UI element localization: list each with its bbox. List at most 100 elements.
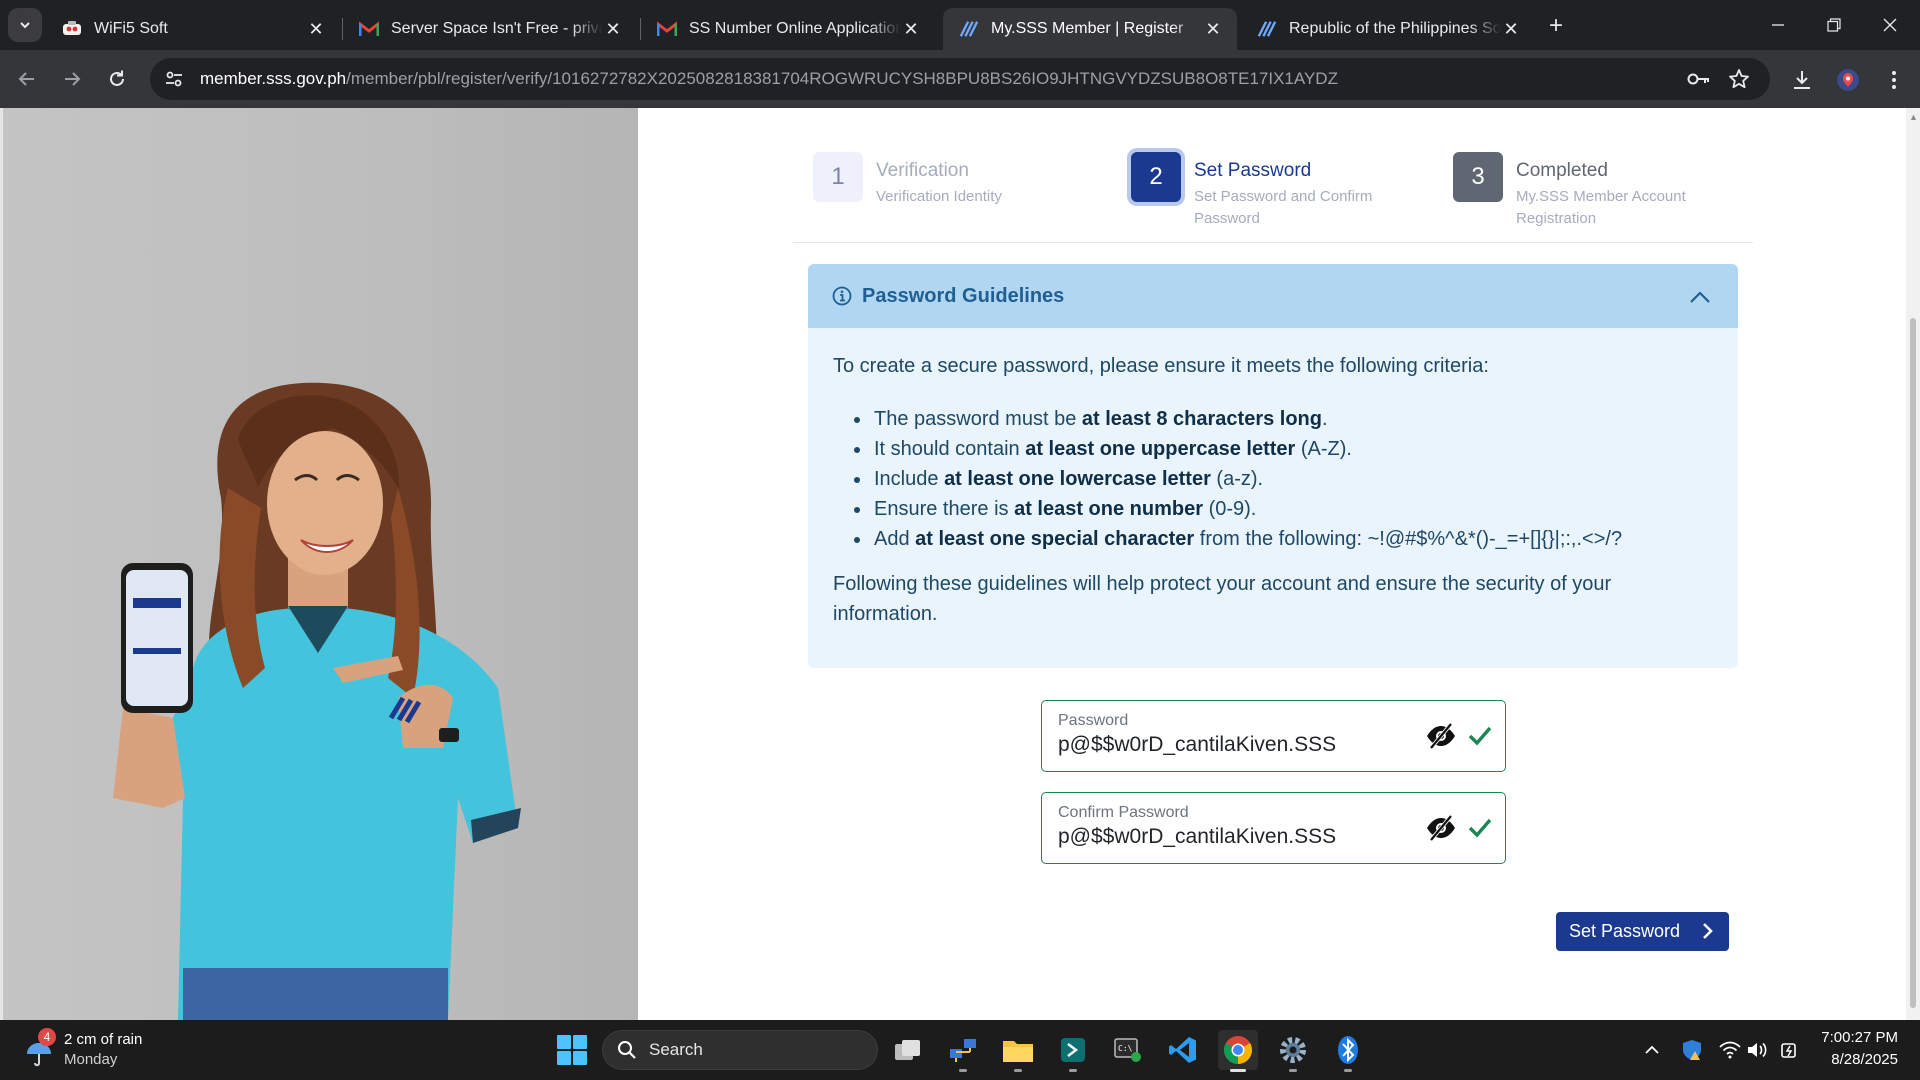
download-icon[interactable] bbox=[1788, 66, 1816, 94]
taskbar-file-explorer[interactable] bbox=[998, 1030, 1038, 1072]
step-subtitle: Set Password and Confirm Password bbox=[1194, 188, 1373, 227]
address-bar[interactable]: member.sss.gov.ph/member/pbl/register/ve… bbox=[150, 58, 1770, 100]
password-guidelines-card: Password Guidelines To create a secure p… bbox=[808, 264, 1738, 668]
battery-icon[interactable] bbox=[1778, 1038, 1802, 1062]
guideline-item: Ensure there is at least one number (0-9… bbox=[872, 494, 1622, 524]
folder-icon bbox=[1003, 1041, 1033, 1062]
show-hidden-icons-chevron-icon[interactable] bbox=[1640, 1038, 1664, 1062]
guideline-item: The password must be at least 8 characte… bbox=[872, 404, 1622, 434]
set-password-label: Set Password bbox=[1569, 921, 1681, 941]
url-path: /member/pbl/register/verify/1016272782X2… bbox=[346, 69, 1338, 88]
clock-date[interactable]: 8/28/2025 bbox=[1800, 1051, 1898, 1068]
url-text: member.sss.gov.ph/member/pbl/register/ve… bbox=[200, 69, 1338, 89]
valid-check-icon bbox=[1468, 726, 1492, 746]
close-icon[interactable]: ✕ bbox=[1203, 19, 1223, 39]
back-button[interactable] bbox=[10, 62, 44, 96]
clock-time[interactable]: 7:00:27 PM bbox=[1800, 1029, 1898, 1046]
chevron-up-icon[interactable] bbox=[1688, 285, 1712, 309]
arrow-left-icon bbox=[18, 72, 34, 86]
step-subtitle: Verification Identity bbox=[876, 188, 1002, 205]
eye-slash-icon[interactable] bbox=[1425, 813, 1457, 843]
new-tab-button[interactable]: + bbox=[1542, 12, 1570, 40]
browser-tab-wifi5soft[interactable]: WiFi5 Soft ✕ bbox=[46, 8, 340, 50]
tab-search-button[interactable] bbox=[8, 8, 42, 42]
tab-title: Server Space Isn't Free - private bbox=[391, 20, 603, 37]
taskbar-bluetooth[interactable] bbox=[1328, 1030, 1368, 1072]
scrollbar-thumb[interactable] bbox=[1910, 318, 1916, 1008]
running-indicator bbox=[959, 1069, 967, 1072]
taskbar-search-label: Search bbox=[649, 1040, 703, 1059]
sss-favicon-icon bbox=[1257, 19, 1277, 39]
restore-button[interactable] bbox=[1806, 0, 1862, 50]
taskbar-app-terminal-store[interactable] bbox=[1053, 1030, 1093, 1072]
site-info-icon[interactable] bbox=[162, 67, 186, 91]
guidelines-outro: Following these guidelines will help pro… bbox=[833, 573, 1612, 625]
windows-start-icon[interactable] bbox=[556, 1034, 588, 1066]
close-icon[interactable]: ✕ bbox=[306, 19, 326, 39]
taskbar-terminal[interactable]: C:\ bbox=[1108, 1030, 1148, 1070]
task-view-button[interactable] bbox=[888, 1030, 928, 1070]
password-field[interactable]: Password p@$$w0rD_cantilaKiven.SSS bbox=[1041, 700, 1506, 772]
taskbar-settings[interactable] bbox=[1273, 1030, 1313, 1072]
password-guidelines-header[interactable]: Password Guidelines bbox=[808, 264, 1738, 328]
password-key-icon[interactable] bbox=[1686, 66, 1712, 92]
close-window-button[interactable] bbox=[1862, 0, 1918, 50]
wifi-icon[interactable] bbox=[1718, 1038, 1742, 1062]
guidelines-list: The password must be at least 8 characte… bbox=[872, 404, 1622, 554]
plus-icon: + bbox=[1548, 12, 1563, 39]
confirm-password-field[interactable]: Confirm Password p@$$w0rD_cantilaKiven.S… bbox=[1041, 792, 1506, 864]
password-label: Password bbox=[1058, 712, 1129, 729]
weather-alert-badge: 4 bbox=[38, 1028, 56, 1046]
browser-tab-ss-number[interactable]: SS Number Online Application ( ✕ bbox=[641, 8, 935, 50]
browser-tab-strip: WiFi5 Soft ✕ Server Space Isn't Free - p… bbox=[0, 0, 1920, 50]
page-scrollbar[interactable]: ▲ bbox=[1906, 108, 1920, 1020]
browser-tab-mysss-register[interactable]: My.SSS Member | Register ✕ bbox=[943, 8, 1237, 50]
reload-button[interactable] bbox=[100, 62, 134, 96]
minimize-button[interactable] bbox=[1750, 0, 1806, 50]
weather-widget[interactable]: 4 2 cm of rain Monday bbox=[24, 1028, 174, 1072]
info-icon bbox=[832, 286, 852, 306]
stepper-divider bbox=[793, 242, 1753, 243]
set-password-button[interactable]: Set Password bbox=[1556, 912, 1729, 951]
svg-text:C:\: C:\ bbox=[1118, 1044, 1133, 1053]
more-menu-icon[interactable] bbox=[1880, 66, 1908, 94]
valid-check-icon bbox=[1468, 818, 1492, 838]
step-number: 1 bbox=[813, 152, 863, 202]
search-icon bbox=[618, 1041, 636, 1059]
close-icon[interactable]: ✕ bbox=[1501, 19, 1521, 39]
close-icon[interactable]: ✕ bbox=[901, 19, 921, 39]
tab-title: My.SSS Member | Register bbox=[991, 20, 1184, 37]
terminal-icon: C:\ bbox=[1114, 1038, 1141, 1062]
forward-button[interactable] bbox=[55, 62, 89, 96]
weather-day: Monday bbox=[64, 1051, 118, 1068]
step-number: 2 bbox=[1131, 152, 1181, 202]
volume-icon[interactable] bbox=[1746, 1038, 1770, 1062]
network-computers-icon bbox=[950, 1039, 976, 1062]
eye-slash-icon[interactable] bbox=[1425, 721, 1457, 751]
close-icon bbox=[1883, 18, 1897, 32]
taskbar-vscode[interactable] bbox=[1163, 1030, 1203, 1070]
tab-title: WiFi5 Soft bbox=[94, 20, 168, 37]
guideline-item: Add at least one special character from … bbox=[872, 524, 1622, 554]
close-icon[interactable]: ✕ bbox=[603, 19, 623, 39]
chevron-down-icon bbox=[20, 22, 30, 29]
running-indicator bbox=[1230, 1069, 1246, 1072]
guideline-item: Include at least one lowercase letter (a… bbox=[872, 464, 1622, 494]
scroll-up-arrow-icon[interactable]: ▲ bbox=[1909, 112, 1918, 122]
confirm-password-input[interactable]: p@$$w0rD_cantilaKiven.SSS bbox=[1058, 825, 1336, 849]
vscode-icon bbox=[1169, 1037, 1196, 1063]
taskbar-network-app[interactable] bbox=[943, 1030, 983, 1072]
wifi5soft-favicon-icon bbox=[62, 19, 82, 39]
task-view-icon bbox=[895, 1040, 920, 1060]
browser-tab-republic-philippines[interactable]: Republic of the Philippines Soci ✕ bbox=[1241, 8, 1535, 50]
password-input[interactable]: p@$$w0rD_cantilaKiven.SSS bbox=[1058, 733, 1336, 757]
profile-avatar-icon[interactable] bbox=[1834, 66, 1862, 94]
taskbar-chrome[interactable] bbox=[1218, 1030, 1258, 1072]
gear-icon bbox=[1280, 1037, 1306, 1063]
taskbar-search-box[interactable]: Search bbox=[602, 1030, 878, 1070]
bookmark-star-icon[interactable] bbox=[1726, 66, 1752, 92]
browser-tab-server-space[interactable]: Server Space Isn't Free - private ✕ bbox=[343, 8, 637, 50]
step-title: Verification bbox=[876, 160, 969, 181]
security-shield-icon[interactable] bbox=[1680, 1038, 1704, 1062]
windows-taskbar: 4 2 cm of rain Monday Search C:\ 7:00:27… bbox=[0, 1020, 1920, 1080]
